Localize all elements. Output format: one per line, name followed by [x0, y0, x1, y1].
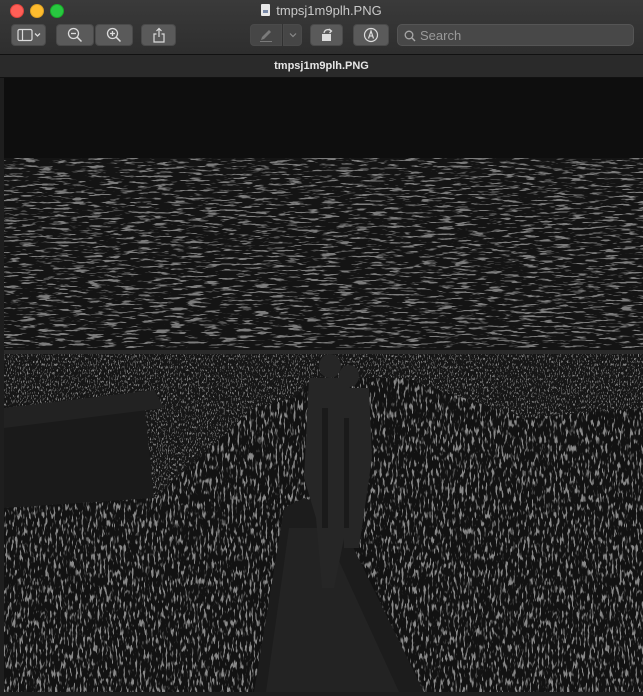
- chevron-down-icon: [289, 32, 297, 38]
- share-icon: [152, 27, 166, 43]
- window-title-text: tmpsj1m9plh.PNG: [276, 3, 382, 18]
- window-title: tmpsj1m9plh.PNG: [0, 2, 643, 20]
- image-viewer[interactable]: [4, 78, 643, 692]
- document-title-bar: tmpsj1m9plh.PNG: [0, 55, 643, 78]
- toolbar: tmpsj1m9plh.PNG: [0, 0, 643, 55]
- zoom-out-icon: [67, 27, 83, 43]
- markup-dropdown-button[interactable]: [283, 24, 302, 46]
- rotate-icon: [319, 27, 335, 43]
- search-field[interactable]: [397, 24, 634, 46]
- share-button[interactable]: [141, 24, 176, 46]
- search-input[interactable]: [420, 26, 625, 44]
- displayed-image: [4, 78, 643, 692]
- document-icon: [261, 4, 271, 16]
- markup-pen-button[interactable]: [250, 24, 282, 46]
- markup-icon: [363, 27, 379, 43]
- preview-window: tmpsj1m9plh.PNG Search tmpsj1m9plh.PNG: [0, 0, 643, 696]
- search-icon: [404, 29, 416, 47]
- sidebar-toggle-icon: [16, 28, 41, 42]
- markup-toolbar-button[interactable]: [353, 24, 389, 46]
- document-title: tmpsj1m9plh.PNG: [274, 60, 369, 72]
- zoom-in-button[interactable]: [95, 24, 133, 46]
- sidebar-toggle-button[interactable]: [11, 24, 46, 46]
- zoom-in-icon: [106, 27, 122, 43]
- rotate-button[interactable]: [310, 24, 343, 46]
- pen-icon: [258, 27, 274, 43]
- zoom-out-button[interactable]: [56, 24, 94, 46]
